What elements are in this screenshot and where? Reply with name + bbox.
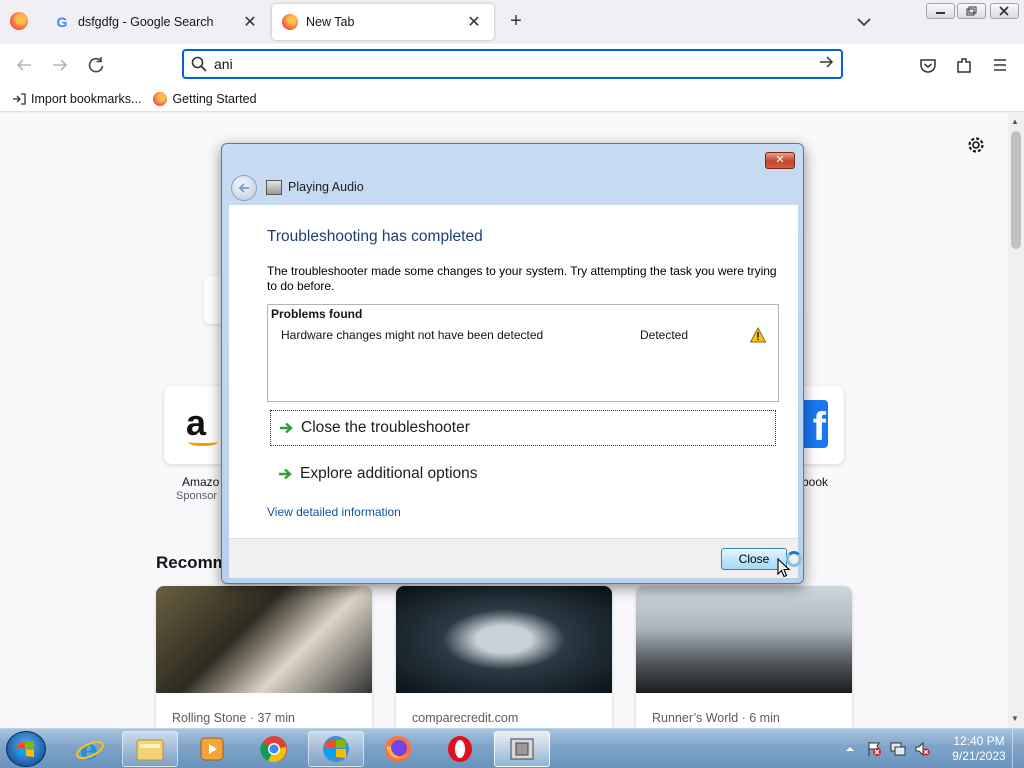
new-tab-button[interactable]: + <box>506 10 526 32</box>
scroll-up-icon[interactable]: ▲ <box>1011 117 1019 126</box>
tab-new-tab[interactable]: New Tab ✕ <box>272 4 494 40</box>
story-card[interactable]: Rolling Stone · 37 min <box>156 586 372 728</box>
import-icon <box>12 92 26 106</box>
story-source: comparecredit.com <box>412 711 519 725</box>
view-detailed-information-link[interactable]: View detailed information <box>267 505 401 519</box>
story-card[interactable]: comparecredit.com <box>396 586 612 728</box>
extensions-icon[interactable] <box>952 54 976 76</box>
option-label: Close the troubleshooter <box>301 419 470 436</box>
search-icon <box>184 56 214 72</box>
start-button[interactable] <box>6 731 46 767</box>
dialog-footer: Close <box>229 538 798 578</box>
dialog-close-button[interactable]: ✕ <box>765 152 795 169</box>
back-icon[interactable] <box>12 54 36 76</box>
page-scrollbar[interactable]: ▲ ▼ <box>1008 113 1024 728</box>
show-desktop-button[interactable] <box>1012 729 1024 768</box>
tab-bar: G dsfgdfg - Google Search ✕ New Tab ✕ + <box>0 0 1024 44</box>
problem-row[interactable]: Hardware changes might not have been det… <box>268 326 778 346</box>
story-image <box>156 586 372 693</box>
warning-icon <box>749 326 767 343</box>
taskbar: e 12:40 PM 9/21/2023 <box>0 728 1024 768</box>
tab-google-search[interactable]: G dsfgdfg - Google Search ✕ <box>44 4 270 40</box>
tab-close-icon[interactable]: ✕ <box>240 12 260 32</box>
google-icon: G <box>56 14 68 30</box>
amazon-smile-mark <box>188 438 218 446</box>
file-explorer-icon[interactable] <box>122 731 178 767</box>
go-arrow-icon[interactable] <box>811 54 841 75</box>
internet-explorer-icon[interactable]: e <box>62 731 118 767</box>
story-image <box>636 586 852 693</box>
url-bar[interactable] <box>182 49 843 79</box>
tab-close-icon[interactable]: ✕ <box>464 12 484 32</box>
firefox-view-icon[interactable] <box>10 12 28 30</box>
back-arrow-icon[interactable] <box>231 175 257 201</box>
option-label: Explore additional options <box>300 465 478 482</box>
show-hidden-icons-icon[interactable] <box>844 741 860 757</box>
opera-icon[interactable] <box>432 731 488 767</box>
volume-muted-icon[interactable] <box>914 741 930 757</box>
tab-title: dsfgdfg - Google Search <box>78 15 214 29</box>
restore-button[interactable] <box>957 3 986 19</box>
bookmark-label: Import bookmarks... <box>31 91 142 106</box>
mouse-cursor-icon <box>777 557 791 578</box>
story-card[interactable]: Runner’s World · 6 min <box>636 586 852 728</box>
dialog-content: Troubleshooting has completed The troubl… <box>229 205 798 538</box>
shortcut-label: Amazo <box>182 475 220 489</box>
bookmark-import[interactable]: Import bookmarks... <box>12 92 141 106</box>
bookmarks-toolbar: Import bookmarks... Getting Started <box>0 86 1024 112</box>
green-arrow-icon <box>271 422 301 434</box>
shortcut-sponsored-label: Sponsor <box>176 490 217 502</box>
windows-logo-icon <box>18 741 34 757</box>
action-center-icon[interactable] <box>866 741 882 757</box>
troubleshooter-dialog: ✕ Playing Audio Troubleshooting has comp… <box>221 143 804 584</box>
list-tabs-icon[interactable] <box>854 12 874 32</box>
scroll-down-icon[interactable]: ▼ <box>1011 714 1019 723</box>
scrollbar-thumb[interactable] <box>1011 131 1021 249</box>
url-input[interactable] <box>214 56 811 72</box>
media-player-icon[interactable] <box>184 731 240 767</box>
problems-title: Problems found <box>271 307 363 321</box>
clock-time: 12:40 PM <box>953 734 1005 748</box>
close-troubleshooter-option[interactable]: Close the troubleshooter <box>270 410 776 446</box>
chrome-icon[interactable] <box>246 731 302 767</box>
explore-options-option[interactable]: Explore additional options <box>270 456 776 492</box>
bookmark-label: Getting Started <box>172 91 257 106</box>
firefox-icon[interactable] <box>370 731 426 767</box>
minimize-button[interactable] <box>926 3 955 19</box>
recommended-heading: Recomm <box>156 553 228 572</box>
dialog-app-icon[interactable] <box>494 731 550 767</box>
dialog-heading: Troubleshooting has completed <box>267 228 483 245</box>
dialog-description: The troubleshooter made some changes to … <box>267 264 777 293</box>
story-source: Runner’s World · 6 min <box>652 711 780 725</box>
network-icon[interactable] <box>890 741 906 757</box>
story-image <box>396 586 612 693</box>
problem-status: Detected <box>640 328 689 342</box>
troubleshooter-app-icon <box>266 180 282 195</box>
system-tray: 12:40 PM 9/21/2023 <box>840 729 1024 768</box>
system-clock[interactable]: 12:40 PM 9/21/2023 <box>944 734 1014 764</box>
svg-text:e: e <box>80 734 98 764</box>
dialog-title: Playing Audio <box>288 180 364 194</box>
window-close-button[interactable] <box>990 3 1019 19</box>
navigation-toolbar <box>0 44 1024 86</box>
tab-title: New Tab <box>306 15 355 29</box>
story-source: Rolling Stone · 37 min <box>172 711 295 725</box>
pocket-icon[interactable] <box>916 54 940 76</box>
problems-list: Problems found Hardware changes might no… <box>267 304 779 402</box>
app-menu-icon[interactable] <box>988 54 1012 76</box>
troubleshooter-icon[interactable] <box>308 731 364 767</box>
problem-name: Hardware changes might not have been det… <box>281 328 544 342</box>
shortcut-label: book <box>802 475 829 489</box>
reload-icon[interactable] <box>84 54 108 76</box>
bookmark-getting-started[interactable]: Getting Started <box>153 91 257 106</box>
gear-icon[interactable] <box>966 135 986 155</box>
green-arrow-icon <box>270 468 300 480</box>
clock-date: 9/21/2023 <box>952 749 1006 763</box>
firefox-icon <box>282 14 298 30</box>
firefox-icon <box>153 91 168 106</box>
forward-icon[interactable] <box>48 54 72 76</box>
